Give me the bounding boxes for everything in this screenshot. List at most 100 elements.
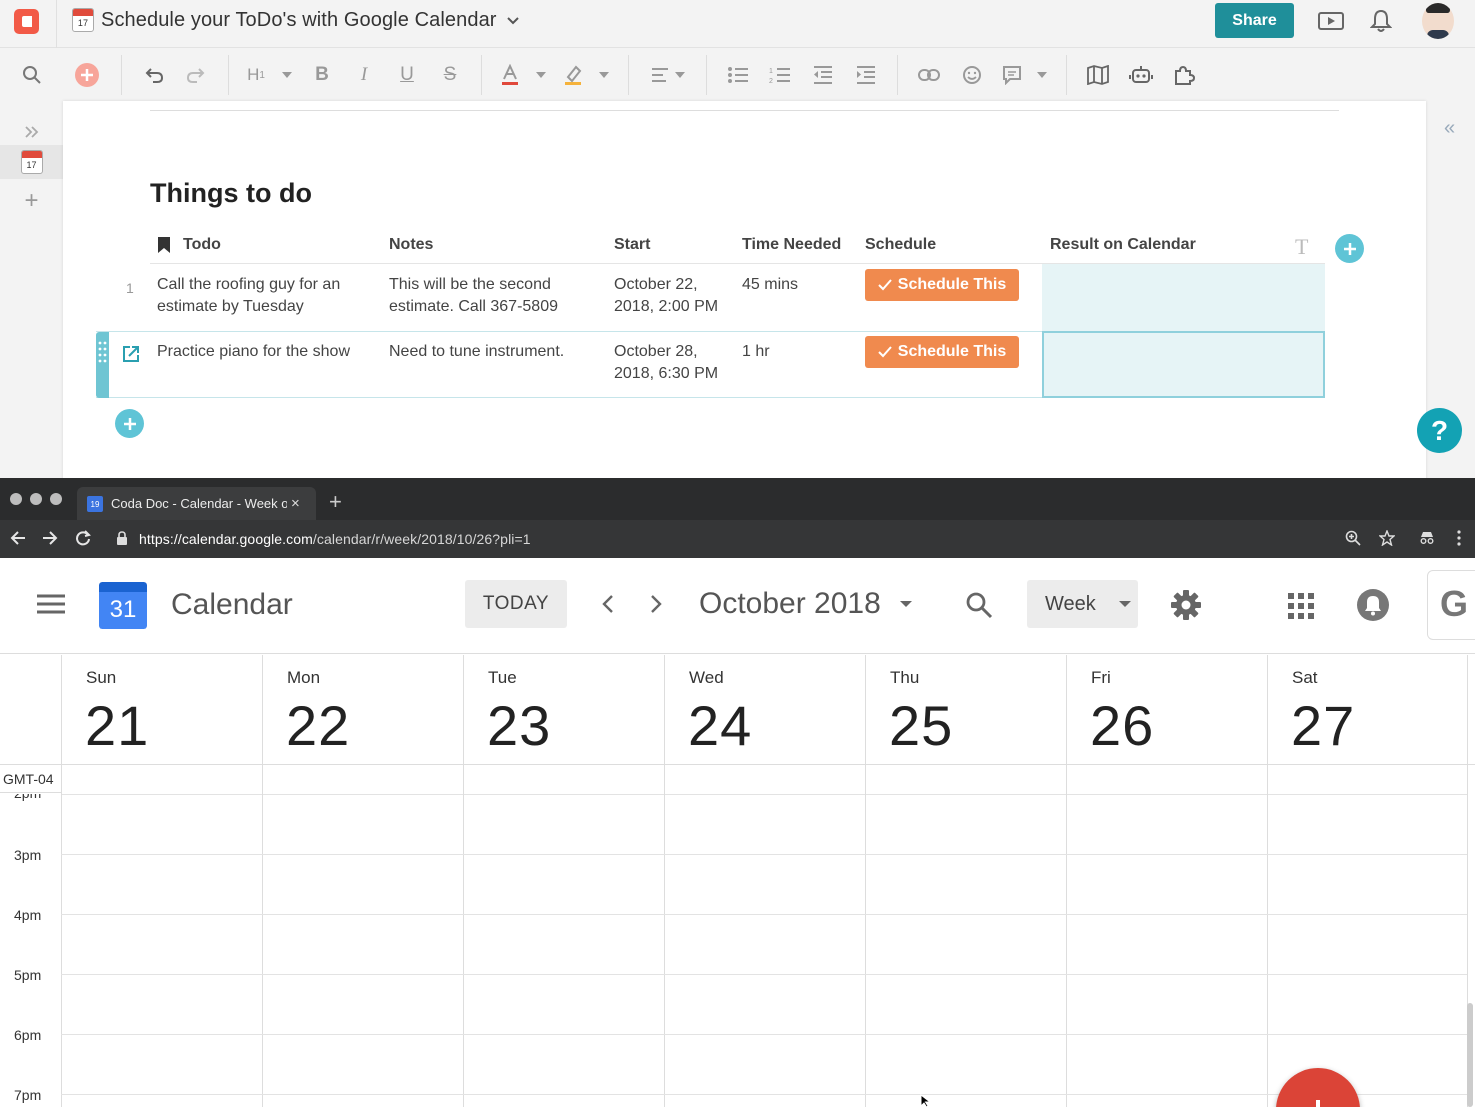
month-dropdown-icon[interactable] [899, 600, 913, 608]
add-page-icon[interactable]: + [0, 184, 63, 218]
outdent-icon[interactable] [811, 62, 835, 88]
map-icon[interactable] [1086, 62, 1110, 88]
expand-sidebar-icon[interactable] [0, 115, 63, 149]
close-window-button[interactable] [10, 493, 22, 505]
numbered-list-icon[interactable]: 12 [768, 62, 792, 88]
emoji-icon[interactable] [960, 62, 984, 88]
indent-icon[interactable] [854, 62, 878, 88]
account-button[interactable]: G [1427, 570, 1475, 640]
align-dropdown-icon[interactable] [673, 62, 687, 88]
align-icon[interactable] [648, 62, 672, 88]
schedule-this-button[interactable]: Schedule This [865, 269, 1019, 301]
add-column-button[interactable] [1335, 234, 1364, 263]
column-header-notes[interactable]: Notes [389, 236, 433, 254]
chevron-down-icon[interactable] [503, 10, 523, 30]
day-header-fri[interactable]: Fri 26 [1066, 655, 1267, 765]
time-needed-cell[interactable]: 1 hr [742, 341, 770, 363]
bookmark-icon [158, 237, 170, 253]
todo-cell[interactable]: Practice piano for the show [157, 341, 350, 363]
svg-text:1: 1 [769, 68, 773, 75]
doc-title[interactable]: 17 Schedule your ToDo's with Google Cale… [72, 6, 523, 34]
highlight-icon[interactable] [561, 62, 585, 88]
bulleted-list-icon[interactable] [726, 62, 750, 88]
avatar[interactable] [1422, 3, 1454, 39]
add-row-button[interactable] [115, 409, 144, 438]
day-header-tue[interactable]: Tue 23 [463, 655, 664, 765]
text-color-dropdown-icon[interactable] [534, 62, 548, 88]
new-tab-button[interactable]: + [329, 489, 342, 515]
forward-icon[interactable] [38, 526, 62, 550]
help-button[interactable]: ? [1417, 408, 1462, 453]
notes-cell[interactable]: Need to tune instrument. [389, 341, 564, 363]
day-header-thu[interactable]: Thu 25 [865, 655, 1066, 765]
time-needed-cell[interactable]: 45 mins [742, 274, 798, 296]
column-header-todo[interactable]: Todo [183, 236, 221, 254]
create-event-button[interactable] [1276, 1068, 1360, 1107]
column-header-time-needed[interactable]: Time Needed [742, 236, 841, 254]
apps-grid-icon[interactable] [1288, 593, 1314, 619]
expand-row-icon[interactable] [121, 344, 141, 364]
maximize-window-button[interactable] [50, 493, 62, 505]
bell-icon[interactable] [1366, 6, 1396, 36]
search-icon[interactable] [965, 591, 993, 619]
column-header-result[interactable]: Result on Calendar [1050, 236, 1196, 254]
calendar-logo-icon[interactable]: 31 [99, 582, 147, 629]
main-menu-icon[interactable] [37, 594, 65, 614]
search-icon[interactable] [20, 62, 44, 88]
next-week-icon[interactable] [648, 594, 664, 614]
start-cell[interactable]: October 28, 2018, 6:30 PM [614, 341, 718, 385]
strikethrough-icon[interactable]: S [438, 62, 462, 88]
back-icon[interactable] [6, 526, 30, 550]
comment-dropdown-icon[interactable] [1035, 62, 1049, 88]
comment-icon[interactable] [1000, 62, 1024, 88]
insert-plus-icon[interactable] [73, 62, 101, 88]
day-header-wed[interactable]: Wed 24 [664, 655, 865, 765]
day-header-sat[interactable]: Sat 27 [1267, 655, 1467, 765]
start-cell[interactable]: October 22, 2018, 2:00 PM [614, 274, 718, 318]
today-button[interactable]: TODAY [465, 580, 567, 628]
reload-icon[interactable] [71, 526, 95, 550]
notifications-icon[interactable] [1356, 588, 1390, 622]
redo-icon[interactable] [184, 62, 208, 88]
notes-cell[interactable]: This will be the second estimate. Call 3… [389, 274, 558, 318]
result-on-calendar-cell[interactable] [1042, 264, 1325, 331]
text-color-icon[interactable] [498, 62, 522, 88]
undo-icon[interactable] [142, 62, 166, 88]
link-icon[interactable] [917, 62, 941, 88]
browser-tab[interactable]: 19 Coda Doc - Calendar - Week of × [77, 487, 316, 520]
heading-dropdown-icon[interactable] [280, 62, 294, 88]
incognito-icon[interactable] [1415, 526, 1439, 550]
underline-icon[interactable]: U [395, 62, 419, 88]
settings-gear-icon[interactable] [1170, 589, 1202, 621]
day-header-mon[interactable]: Mon 22 [262, 655, 463, 765]
highlight-dropdown-icon[interactable] [597, 62, 611, 88]
text-column-type-icon[interactable]: T [1295, 234, 1308, 260]
share-button[interactable]: Share [1215, 3, 1294, 38]
browser-menu-icon[interactable] [1447, 526, 1471, 550]
scrollbar[interactable] [1467, 1003, 1473, 1107]
week-days-header: Sun 21 Mon 22 Tue 23 Wed 24 Thu 25 Fri 2… [0, 655, 1475, 765]
present-icon[interactable] [1316, 6, 1346, 36]
column-header-start[interactable]: Start [614, 236, 650, 254]
month-title[interactable]: October 2018 [699, 587, 881, 621]
view-selector[interactable]: Week [1027, 580, 1138, 628]
bold-icon[interactable]: B [310, 62, 334, 88]
robot-icon[interactable] [1129, 62, 1153, 88]
page-item-calendar[interactable]: 17 [0, 145, 63, 179]
row-drag-handle[interactable] [96, 332, 109, 398]
heading-icon[interactable]: H1 [244, 62, 268, 88]
puzzle-icon[interactable] [1172, 62, 1196, 88]
coda-logo[interactable] [14, 9, 39, 34]
day-header-sun[interactable]: Sun 21 [61, 655, 262, 765]
italic-icon[interactable]: I [352, 62, 376, 88]
minimize-window-button[interactable] [30, 493, 42, 505]
result-on-calendar-cell[interactable] [1042, 331, 1325, 398]
schedule-this-button[interactable]: Schedule This [865, 336, 1019, 368]
previous-week-icon[interactable] [600, 594, 616, 614]
collapse-panel-icon[interactable]: « [1444, 117, 1455, 140]
column-header-schedule[interactable]: Schedule [865, 236, 936, 254]
close-tab-icon[interactable]: × [291, 495, 300, 512]
bookmark-star-icon[interactable] [1375, 526, 1399, 550]
todo-cell[interactable]: Call the roofing guy for an estimate by … [157, 274, 340, 318]
zoom-icon[interactable] [1341, 526, 1365, 550]
